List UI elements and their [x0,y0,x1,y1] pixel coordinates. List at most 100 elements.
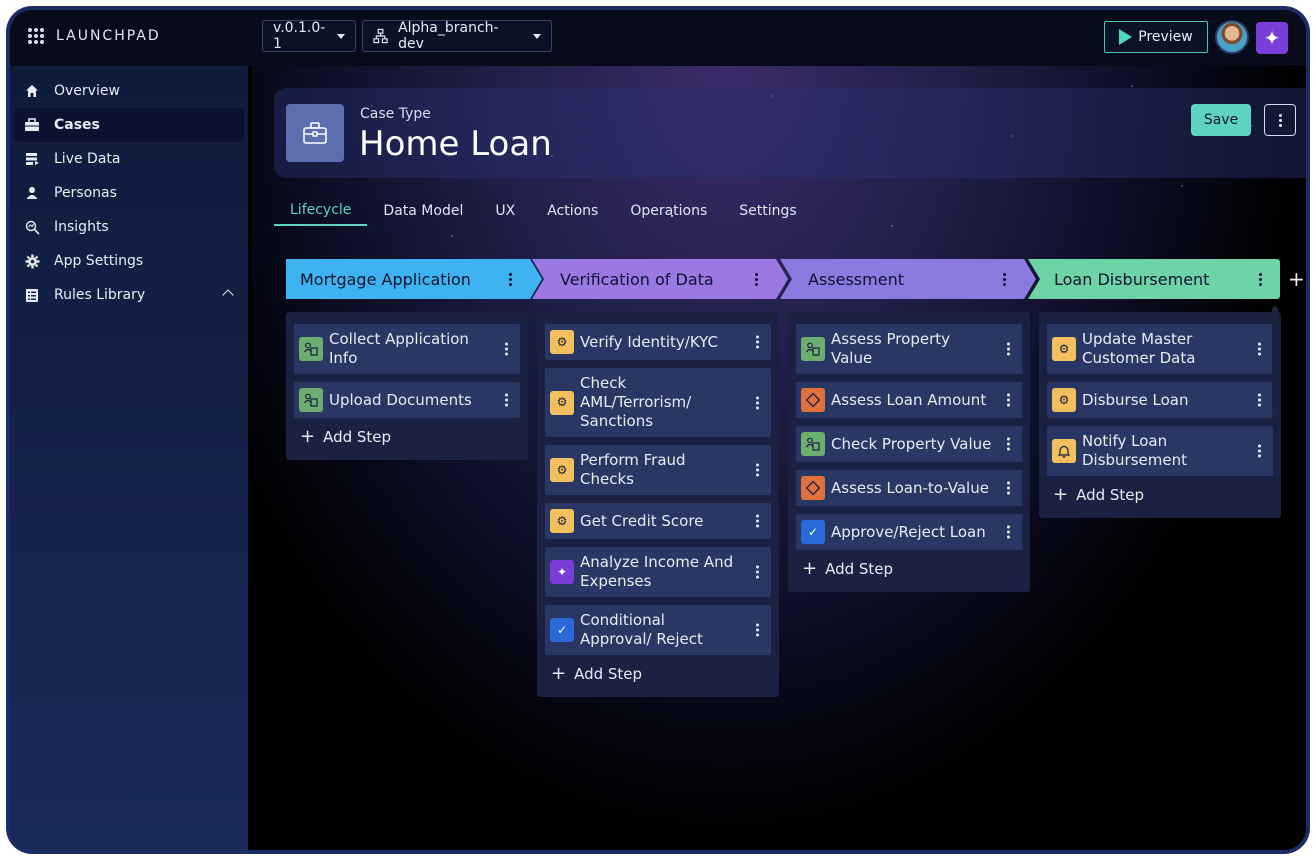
kebab-icon[interactable] [1002,481,1014,495]
kebab-icon[interactable] [1253,393,1265,407]
branch-select[interactable]: Alpha_branch-dev [362,20,552,52]
tab-settings[interactable]: Settings [723,196,812,226]
step-perform-fraud-checks[interactable]: ⚙ Perform Fraud Checks [545,445,771,495]
step-verify-identity-kyc[interactable]: ⚙ Verify Identity/KYC [545,324,771,360]
sidebar-item-app-settings[interactable]: App Settings [14,244,244,278]
automation-icon: ⚙ [550,330,574,354]
kebab-icon[interactable] [1253,342,1265,356]
step-update-master-customer-data[interactable]: ⚙ Update Master Customer Data [1047,324,1273,374]
kebab-icon[interactable] [500,393,512,407]
kebab-icon[interactable] [1002,525,1014,539]
stage-header-loan-disbursement[interactable]: Loan Disbursement [1028,259,1280,299]
kebab-icon[interactable] [750,273,762,286]
brand-name: LAUNCHPAD [56,28,161,44]
step-label: Check AML/Terrorism/ Sanctions [580,374,692,430]
kebab-icon[interactable] [751,565,763,579]
brand[interactable]: LAUNCHPAD [28,28,161,44]
add-stage-button[interactable]: + [1288,267,1305,291]
kebab-icon[interactable] [1002,342,1014,356]
kebab-icon[interactable] [751,463,763,477]
avatar[interactable] [1215,20,1249,54]
step-label: Update Master Customer Data [1082,330,1196,367]
tab-lifecycle[interactable]: Lifecycle [274,196,368,226]
tab-data-model[interactable]: Data Model [367,196,479,226]
step-label: Assess Property Value [831,330,950,367]
sidebar: Overview Cases Live Data Personas Insigh… [10,66,248,850]
stage-header-assessment[interactable]: Assessment [780,259,1036,299]
step-analyze-income-and-expenses[interactable]: ✦ Analyze Income And Expenses [545,547,771,597]
decision-diamond-icon [801,476,825,500]
preview-label: Preview [1138,29,1193,45]
stage-name: Mortgage Application [300,269,471,289]
insights-icon [24,219,40,235]
kebab-icon[interactable] [1002,393,1014,407]
automation-icon: ⚙ [550,458,574,482]
step-label: Upload Documents [329,390,472,409]
app-screen: LAUNCHPAD v.0.1.0-1 Alpha_branch-dev Pre… [10,10,1306,850]
plus-icon: + [1053,484,1069,505]
stage-column-assessment: Assess Property Value Assess Loan Amount… [788,312,1030,592]
sidebar-item-overview[interactable]: Overview [14,74,244,108]
version-select[interactable]: v.0.1.0-1 [262,20,356,52]
stage-header-mortgage-application[interactable]: Mortgage Application [286,259,542,299]
tab-actions[interactable]: Actions [531,196,614,226]
sparkle-icon: ✦ [1263,26,1281,50]
sidebar-item-cases[interactable]: Cases [14,108,244,142]
add-step-label: Add Step [1076,486,1145,504]
form-icon [299,337,323,361]
automation-icon: ⚙ [550,509,574,533]
step-upload-documents[interactable]: Upload Documents [294,382,520,418]
kebab-icon[interactable] [751,396,763,409]
sidebar-item-insights[interactable]: Insights [14,210,244,244]
kebab-icon [1274,113,1286,127]
step-assess-loan-amount[interactable]: Assess Loan Amount [796,382,1022,418]
sidebar-item-live-data[interactable]: Live Data [14,142,244,176]
preview-button[interactable]: Preview [1104,21,1208,53]
stage-header-verification-of-data[interactable]: Verification of Data [532,259,788,299]
horizontal-scroll-hint[interactable] [1272,306,1278,416]
step-approve-reject-loan[interactable]: ✓ Approve/Reject Loan [796,514,1022,550]
sidebar-item-label: Personas [54,185,117,201]
step-get-credit-score[interactable]: ⚙ Get Credit Score [545,503,771,539]
add-step-button[interactable]: + Add Step [294,426,520,452]
form-icon [801,432,825,456]
step-check-property-value[interactable]: Check Property Value [796,426,1022,462]
device-frame: LAUNCHPAD v.0.1.0-1 Alpha_branch-dev Pre… [6,6,1310,854]
kebab-icon[interactable] [998,273,1010,286]
kebab-icon[interactable] [1254,273,1266,286]
step-label: Check Property Value [831,434,992,453]
more-options-button[interactable] [1264,104,1296,136]
step-label: Assess Loan Amount [831,390,987,409]
kebab-icon[interactable] [1253,444,1265,458]
step-assess-property-value[interactable]: Assess Property Value [796,324,1022,374]
add-step-button[interactable]: + Add Step [545,663,771,689]
ai-assistant-button[interactable]: ✦ [1256,22,1288,54]
tab-ux[interactable]: UX [479,196,531,226]
kebab-icon[interactable] [751,623,763,637]
app-grid-icon[interactable] [28,28,44,44]
kebab-icon[interactable] [500,342,512,356]
chevron-up-icon[interactable] [222,289,234,301]
approval-check-icon: ✓ [801,520,825,544]
sidebar-item-rules-library[interactable]: Rules Library [14,278,244,312]
add-step-button[interactable]: + Add Step [796,558,1022,584]
step-assess-loan-to-value[interactable]: Assess Loan-to-Value [796,470,1022,506]
step-label: Verify Identity/KYC [580,332,718,351]
sidebar-item-personas[interactable]: Personas [14,176,244,210]
step-disburse-loan[interactable]: ⚙ Disburse Loan [1047,382,1273,418]
branch-value: Alpha_branch-dev [398,20,499,52]
add-step-button[interactable]: + Add Step [1047,484,1273,510]
chevron-down-icon [533,33,541,39]
step-notify-loan-disbursement[interactable]: Notify Loan Disbursement [1047,426,1273,476]
step-conditional-approval-reject[interactable]: ✓ Conditional Approval/ Reject [545,605,771,655]
kebab-icon[interactable] [751,335,763,349]
tab-operations[interactable]: Operations [614,196,723,226]
kebab-icon[interactable] [504,273,516,286]
version-value: v.0.1.0-1 [273,20,326,52]
kebab-icon[interactable] [751,514,763,528]
save-button[interactable]: Save [1191,104,1251,136]
case-type-label: Case Type [360,106,431,122]
step-check-aml-terrorism-sanctions[interactable]: ⚙ Check AML/Terrorism/ Sanctions [545,368,771,437]
step-collect-application-info[interactable]: Collect Application Info [294,324,520,374]
kebab-icon[interactable] [1002,437,1014,451]
